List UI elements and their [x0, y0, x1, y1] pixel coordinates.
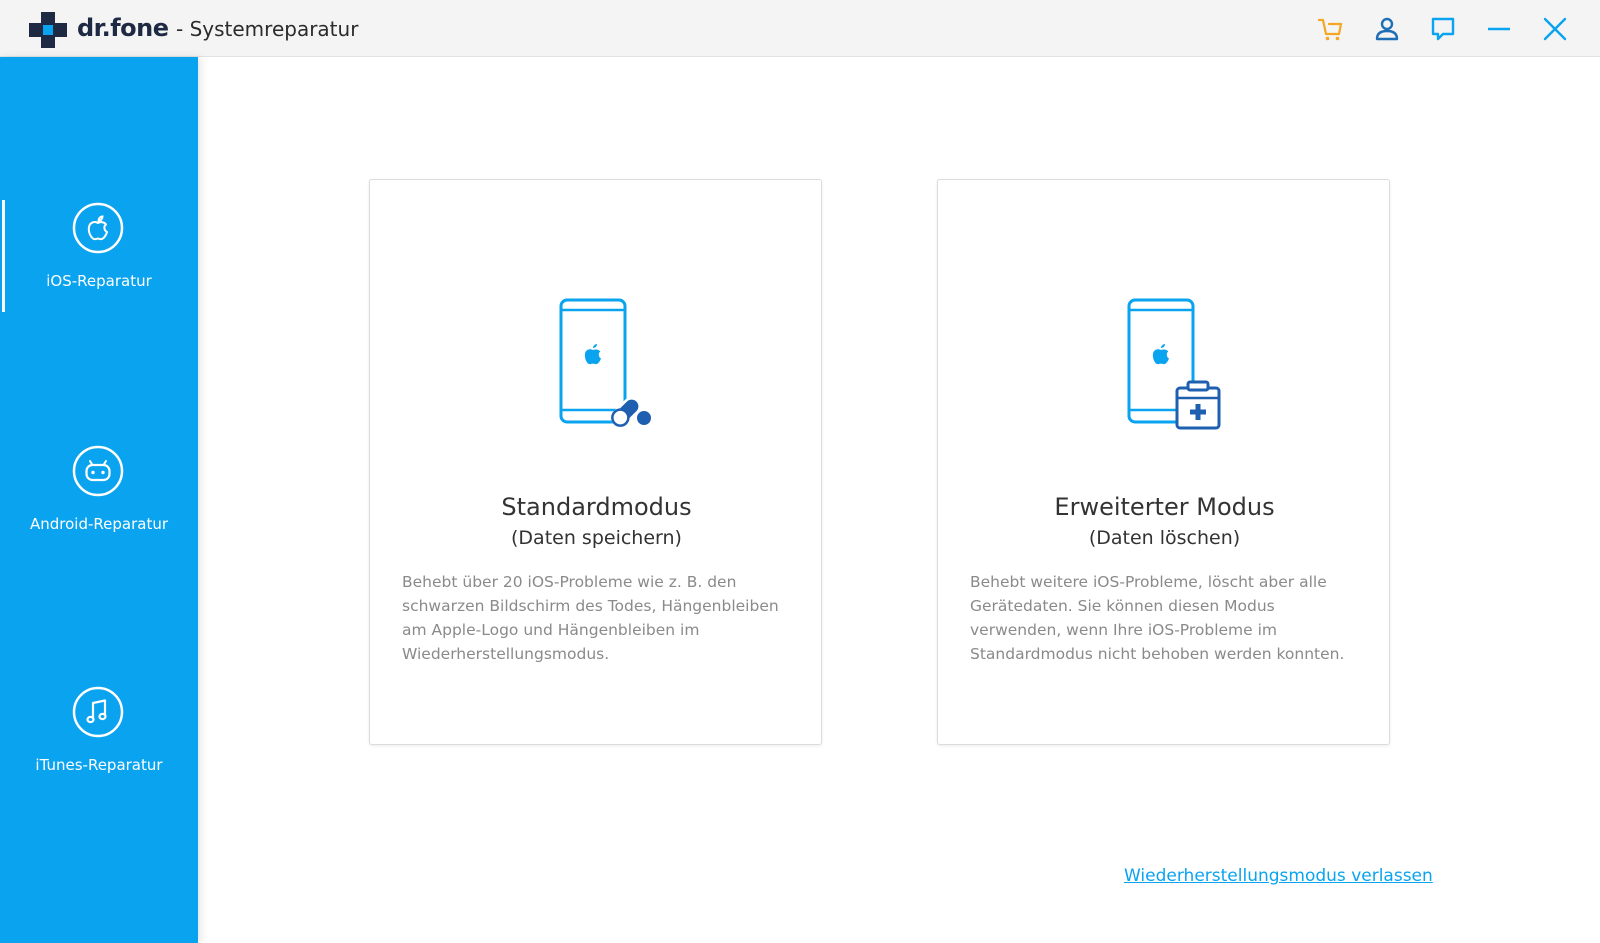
sidebar-item-label: iOS-Reparatur	[46, 272, 152, 290]
card-description: Behebt über 20 iOS-Probleme wie z. B. de…	[402, 573, 779, 663]
sidebar-item-label: Android-Reparatur	[29, 515, 168, 533]
card-title: Standardmodus	[501, 493, 692, 521]
card-description: Behebt weitere iOS-Probleme, löscht aber…	[970, 573, 1345, 663]
sidebar-item-label: iTunes-Reparatur	[35, 756, 163, 774]
apple-icon	[72, 202, 124, 254]
minimize-icon[interactable]	[1484, 14, 1514, 44]
window-subtitle: - Systemreparatur	[176, 17, 359, 41]
sidebar-item-itunes-repair[interactable]: iTunes-Reparatur	[0, 684, 198, 796]
feedback-icon[interactable]	[1428, 14, 1458, 44]
sidebar-item-ios-repair[interactable]: iOS-Reparatur	[0, 200, 198, 312]
phone-pill-icon	[559, 298, 653, 427]
card-title: Erweiterter Modus	[1054, 493, 1275, 521]
brand-name: dr.fone	[77, 14, 169, 42]
exit-recovery-mode-link[interactable]: Wiederherstellungsmodus verlassen	[1124, 866, 1433, 886]
cart-icon[interactable]	[1316, 14, 1346, 44]
active-indicator	[2, 200, 5, 312]
title-bar: dr.fone - Systemreparatur	[0, 0, 1600, 57]
sidebar: iOS-Reparatur Android-Reparatur iTunes-R…	[0, 57, 198, 943]
advanced-mode-card[interactable]: Erweiterter Modus (Daten löschen) Behebt…	[937, 179, 1390, 745]
card-subtitle: (Daten löschen)	[1088, 527, 1241, 549]
user-icon[interactable]	[1372, 14, 1402, 44]
sidebar-item-android-repair[interactable]: Android-Reparatur	[0, 443, 198, 555]
standard-mode-card[interactable]: Standardmodus (Daten speichern) Behebt ü…	[369, 179, 822, 745]
music-note-icon	[72, 686, 124, 738]
card-subtitle: (Daten speichern)	[511, 527, 682, 549]
drfone-logo-icon	[29, 12, 67, 48]
close-icon[interactable]	[1540, 14, 1570, 44]
android-icon	[72, 445, 124, 497]
phone-medkit-icon	[1127, 298, 1221, 430]
